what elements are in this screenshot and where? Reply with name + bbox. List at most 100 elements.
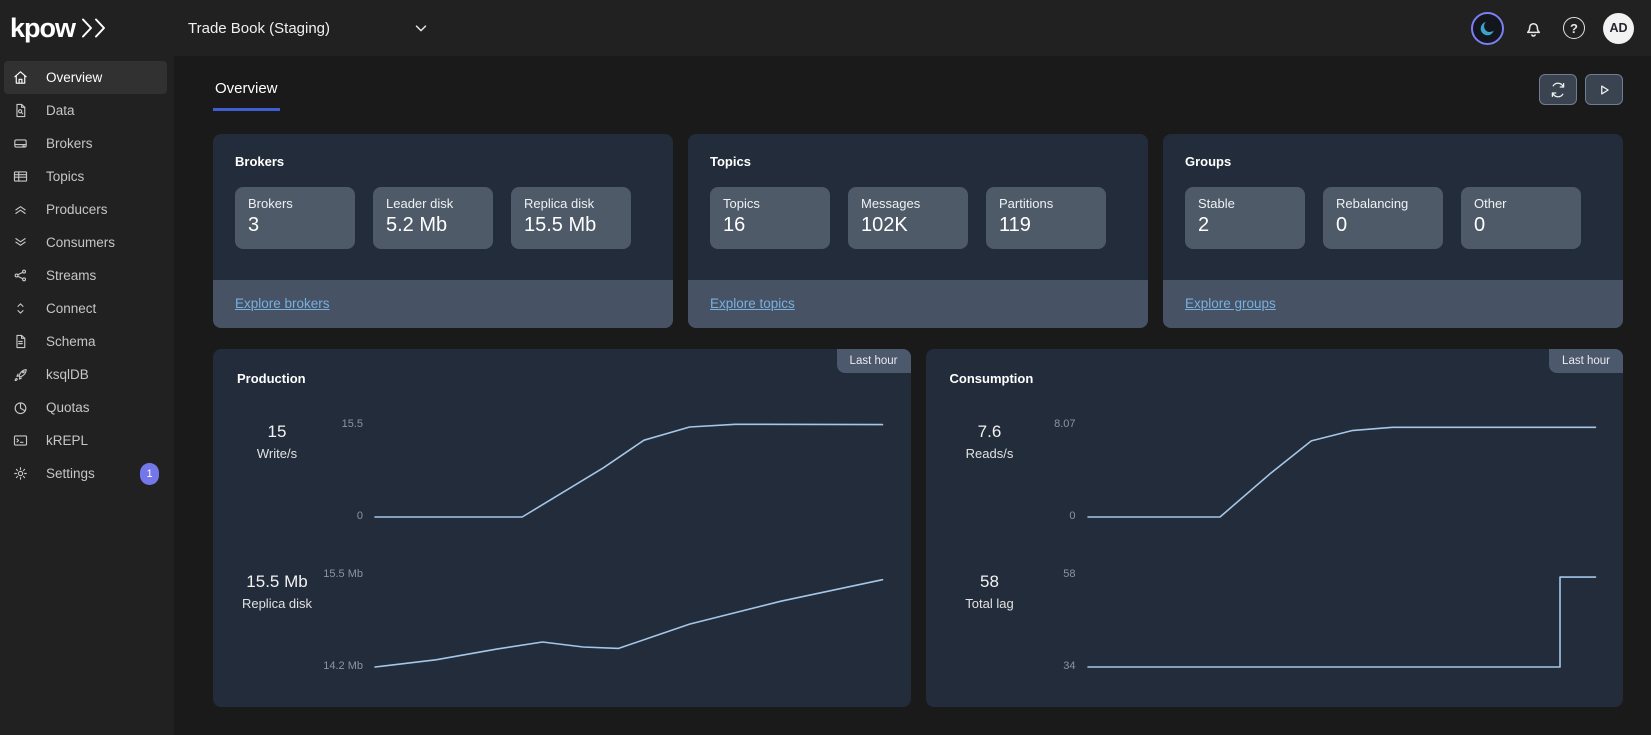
sidebar-item-label: Settings — [46, 466, 95, 481]
environment-label: Trade Book (Staging) — [188, 20, 330, 37]
y-axis: 58 34 — [1030, 570, 1086, 670]
chart-stat: 15 Write/s — [237, 420, 317, 520]
sidebar-item-label: Quotas — [46, 400, 90, 415]
avatar[interactable]: AD — [1603, 13, 1634, 44]
sidebar-item-label: Consumers — [46, 235, 115, 250]
help-button[interactable]: ? — [1563, 17, 1585, 39]
header-actions — [1539, 74, 1623, 105]
notifications-button[interactable] — [1522, 17, 1545, 40]
share-icon — [12, 267, 29, 284]
chart-row: 15.5 Mb Replica disk 15.5 Mb 14.2 Mb — [237, 570, 887, 670]
sidebar-item-quotas[interactable]: Quotas — [4, 391, 167, 424]
refresh-button[interactable] — [1539, 74, 1577, 105]
sidebar-item-ksqldb[interactable]: ksqlDB — [4, 358, 167, 391]
stat-tile: Partitions 119 — [986, 187, 1106, 249]
home-icon — [12, 69, 29, 86]
explore-brokers-link[interactable]: Explore brokers — [235, 296, 330, 311]
sidebar-item-producers[interactable]: Producers — [4, 193, 167, 226]
write-rate-line-chart — [373, 420, 887, 520]
play-button[interactable] — [1585, 74, 1623, 105]
card-footer: Explore topics — [688, 280, 1148, 328]
summary-cards-row: Brokers Brokers 3 Leader disk 5.2 Mb Rep… — [213, 134, 1623, 328]
double-chevron-up-icon — [12, 201, 29, 218]
help-icon: ? — [1563, 17, 1585, 39]
sidebar-item-label: kREPL — [46, 433, 88, 448]
explore-topics-link[interactable]: Explore topics — [710, 296, 795, 311]
stat-tile: Other 0 — [1461, 187, 1581, 249]
chevron-up-down-icon — [12, 300, 29, 317]
stat-tile: Replica disk 15.5 Mb — [511, 187, 631, 249]
sidebar-item-connect[interactable]: Connect — [4, 292, 167, 325]
chart-row: 15 Write/s 15.5 0 — [237, 420, 887, 520]
sidebar-item-overview[interactable]: Overview — [4, 61, 167, 94]
sidebar-item-label: Producers — [46, 202, 108, 217]
sidebar-nav: Overview Data Brokers Topics Producers Consum… — [0, 61, 174, 490]
tab-overview[interactable]: Overview — [213, 74, 280, 111]
topbar: kpow Trade Book (Staging) ? AD — [0, 0, 1651, 56]
sidebar-item-brokers[interactable]: Brokers — [4, 127, 167, 160]
topics-card: Topics Topics 16 Messages 102K Partition… — [688, 134, 1148, 328]
document-icon — [12, 333, 29, 350]
groups-card: Groups Stable 2 Rebalancing 0 Other 0 — [1163, 134, 1623, 328]
environment-selector[interactable]: Trade Book (Staging) — [188, 19, 430, 37]
time-range-badge: Last hour — [1549, 349, 1623, 373]
sidebar-item-streams[interactable]: Streams — [4, 259, 167, 292]
play-icon — [1595, 81, 1613, 99]
sidebar-item-label: Streams — [46, 268, 96, 283]
stat-tile: Brokers 3 — [235, 187, 355, 249]
total-lag-line-chart — [1086, 570, 1600, 670]
sidebar-item-label: Data — [46, 103, 75, 118]
main-content: Overview Brokers Brokers 3 — [174, 56, 1651, 735]
sidebar-item-settings[interactable]: Settings 1 — [4, 457, 167, 490]
chart-row: 7.6 Reads/s 8.07 0 — [950, 420, 1600, 520]
chart-stat: 58 Total lag — [950, 570, 1030, 670]
stat-tile: Rebalancing 0 — [1323, 187, 1443, 249]
y-axis: 15.5 0 — [317, 420, 373, 520]
replica-disk-line-chart — [373, 570, 887, 670]
y-axis: 15.5 Mb 14.2 Mb — [317, 570, 373, 670]
bell-icon — [1522, 17, 1545, 40]
sidebar-item-topics[interactable]: Topics — [4, 160, 167, 193]
stat-tile: Stable 2 — [1185, 187, 1305, 249]
panel-title: Production — [237, 371, 887, 386]
sidebar-item-label: Overview — [46, 70, 102, 85]
terminal-icon — [12, 432, 29, 449]
dark-mode-toggle[interactable] — [1471, 12, 1504, 45]
moon-icon — [1471, 12, 1504, 45]
rocket-icon — [12, 366, 29, 383]
topbar-actions: ? AD — [1471, 12, 1651, 45]
sidebar-item-label: Brokers — [46, 136, 93, 151]
card-title: Topics — [710, 154, 1126, 169]
card-title: Brokers — [235, 154, 651, 169]
refresh-icon — [1549, 81, 1567, 99]
sidebar-item-label: Schema — [46, 334, 96, 349]
card-title: Groups — [1185, 154, 1601, 169]
consumption-panel: Last hour Consumption 7.6 Reads/s 8.07 0… — [926, 349, 1624, 707]
settings-badge: 1 — [140, 463, 159, 485]
brokers-card: Brokers Brokers 3 Leader disk 5.2 Mb Rep… — [213, 134, 673, 328]
sidebar-item-label: Connect — [46, 301, 96, 316]
chart-panels-row: Last hour Production 15 Write/s 15.5 0 1… — [213, 349, 1623, 707]
chart-stat: 15.5 Mb Replica disk — [237, 570, 317, 670]
production-panel: Last hour Production 15 Write/s 15.5 0 1… — [213, 349, 911, 707]
broker-drive-icon — [12, 135, 29, 152]
pie-chart-icon — [12, 399, 29, 416]
explore-groups-link[interactable]: Explore groups — [1185, 296, 1276, 311]
kpow-logo-text: kpow — [10, 13, 75, 44]
y-axis: 8.07 0 — [1030, 420, 1086, 520]
topics-table-icon — [12, 168, 29, 185]
sidebar-item-label: ksqlDB — [46, 367, 89, 382]
double-chevron-down-icon — [12, 234, 29, 251]
panel-title: Consumption — [950, 371, 1600, 386]
data-search-icon — [12, 102, 29, 119]
card-footer: Explore brokers — [213, 280, 673, 328]
page-header: Overview — [213, 74, 1623, 126]
sidebar-item-data[interactable]: Data — [4, 94, 167, 127]
sidebar-item-schema[interactable]: Schema — [4, 325, 167, 358]
sidebar-item-krepl[interactable]: kREPL — [4, 424, 167, 457]
kpow-logo[interactable]: kpow — [0, 13, 174, 44]
card-footer: Explore groups — [1163, 280, 1623, 328]
chevron-down-icon — [412, 19, 430, 37]
time-range-badge: Last hour — [837, 349, 911, 373]
sidebar-item-consumers[interactable]: Consumers — [4, 226, 167, 259]
